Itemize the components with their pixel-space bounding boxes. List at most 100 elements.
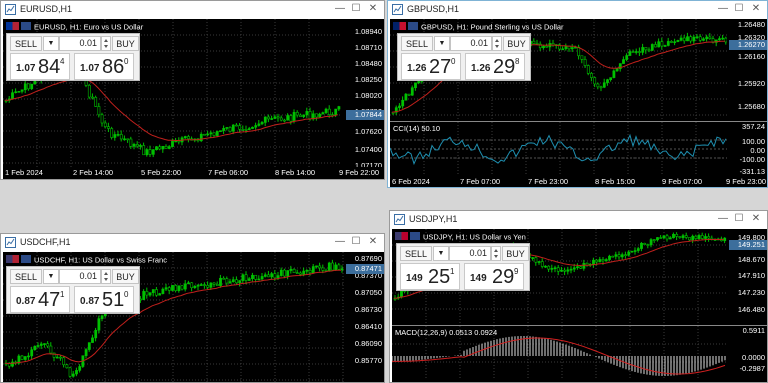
window-titlebar[interactable]: USDCHF,H1 — ☐ ✕ <box>1 234 384 251</box>
candle <box>299 272 302 275</box>
candle <box>622 59 625 64</box>
minimize-button[interactable]: — <box>715 211 731 228</box>
macd-signal-line <box>392 337 726 375</box>
candle <box>164 145 168 149</box>
sell-button[interactable]: SELL <box>400 246 432 261</box>
lot-spinner[interactable] <box>101 269 111 284</box>
candle <box>684 235 688 238</box>
candle <box>75 370 78 375</box>
buy-button[interactable]: BUY <box>503 36 530 51</box>
candle <box>167 146 171 149</box>
maximize-button[interactable]: ☐ <box>731 1 747 18</box>
sell-price[interactable]: 1.26 27 0 <box>401 53 461 80</box>
chart-window-usdjpy[interactable]: USDJPY,H1 — ☐ ✕ USDJPY, H1: US Dollar vs… <box>389 210 768 383</box>
candle <box>662 235 666 239</box>
lot-size-input[interactable]: 0.01 <box>59 36 101 51</box>
minimize-button[interactable]: — <box>332 234 348 251</box>
indicator-icon <box>408 22 418 31</box>
candle <box>254 125 258 128</box>
buy-price[interactable]: 1.26 29 8 <box>465 53 525 80</box>
candle <box>235 279 238 284</box>
time-axis[interactable]: 1 Feb 2024 2 Feb 14:00 5 Feb 22:00 7 Feb… <box>3 167 384 179</box>
lot-size-input[interactable]: 0.01 <box>450 36 492 51</box>
cci-plot[interactable] <box>390 122 727 176</box>
maximize-button[interactable]: ☐ <box>348 1 364 18</box>
candle <box>718 38 721 41</box>
price-chart[interactable]: GBPUSD, H1: Pound Sterling vs US Dollar … <box>390 19 767 187</box>
candle <box>273 273 277 279</box>
one-click-trading-panel: SELL ▼ 0.01 BUY 0.87 47 1 0.87 51 0 <box>6 266 140 314</box>
candle <box>183 136 187 139</box>
candle <box>283 269 286 277</box>
sell-button[interactable]: SELL <box>10 36 42 51</box>
buy-price[interactable]: 149 29 9 <box>464 263 524 290</box>
close-button[interactable]: ✕ <box>748 211 764 228</box>
buy-price[interactable]: 1.07 86 0 <box>74 53 134 80</box>
candle <box>132 144 136 147</box>
lot-spinner[interactable] <box>101 36 111 51</box>
lot-dropdown-button[interactable]: ▼ <box>43 36 59 51</box>
lot-size-input[interactable]: 0.01 <box>59 269 101 284</box>
lot-dropdown-button[interactable]: ▼ <box>433 246 449 261</box>
buy-price[interactable]: 0.87 51 0 <box>74 286 134 313</box>
candle <box>251 126 254 129</box>
candle <box>123 138 126 141</box>
candle <box>267 116 270 120</box>
lot-size-input[interactable]: 0.01 <box>449 246 491 261</box>
cci-axis[interactable]: 357.24 100.00 0.00 -100.00 -331.13 <box>727 122 767 176</box>
maximize-button[interactable]: ☐ <box>348 234 364 251</box>
window-titlebar[interactable]: GBPUSD,H1 — ☐ ✕ <box>388 1 767 18</box>
sell-price[interactable]: 149 25 1 <box>400 263 460 290</box>
lot-spinner[interactable] <box>492 36 502 51</box>
candle <box>254 274 258 280</box>
candle <box>697 235 701 239</box>
candle <box>174 285 178 292</box>
close-button[interactable]: ✕ <box>748 1 764 18</box>
close-button[interactable]: ✕ <box>365 1 381 18</box>
time-axis[interactable]: 6 Feb 2024 7 Feb 07:00 7 Feb 23:00 8 Feb… <box>390 176 767 187</box>
sell-price[interactable]: 0.87 47 1 <box>10 286 70 313</box>
candle <box>628 51 632 56</box>
maximize-button[interactable]: ☐ <box>731 211 747 228</box>
lot-spinner[interactable] <box>491 246 501 261</box>
candle <box>151 289 155 293</box>
candle <box>187 282 190 285</box>
chart-window-eurusd[interactable]: EURUSD,H1 — ☐ ✕ EURUSD, H1: Euro vs US D… <box>0 0 385 180</box>
lot-dropdown-button[interactable]: ▼ <box>43 269 59 284</box>
macd-axis[interactable]: 0.5911 0.0000 -0.2987 <box>727 326 767 382</box>
candle <box>171 140 174 147</box>
sell-price[interactable]: 1.07 84 4 <box>10 53 70 80</box>
candle <box>315 113 318 118</box>
candle <box>206 284 210 288</box>
window-titlebar[interactable]: EURUSD,H1 — ☐ ✕ <box>1 1 384 18</box>
buy-button[interactable]: BUY <box>502 246 529 261</box>
buy-button[interactable]: BUY <box>112 36 139 51</box>
candle <box>129 138 133 147</box>
flag-icon <box>6 22 19 31</box>
chart-window-gbpusd[interactable]: GBPUSD,H1 — ☐ ✕ GBPUSD, H1: Pound Sterli… <box>387 0 768 188</box>
close-button[interactable]: ✕ <box>365 234 381 251</box>
price-chart[interactable]: EURUSD, H1: Euro vs US Dollar SELL ▼ 0.0… <box>3 19 384 179</box>
price-chart[interactable]: USDCHF, H1: US Dollar vs Swiss Franc SEL… <box>3 252 384 382</box>
minimize-button[interactable]: — <box>332 1 348 18</box>
indicator-icon <box>410 232 420 241</box>
window-titlebar[interactable]: USDJPY,H1 — ☐ ✕ <box>390 211 767 228</box>
sell-button[interactable]: SELL <box>10 269 42 284</box>
buy-button[interactable]: BUY <box>112 269 139 284</box>
candle <box>537 261 541 263</box>
price-axis[interactable]: 1.08940 1.08710 1.08480 1.08250 1.08020 … <box>342 19 384 179</box>
lot-dropdown-button[interactable]: ▼ <box>434 36 450 51</box>
candle <box>161 145 165 150</box>
price-axis[interactable]: 1.26480 1.26320 1.26160 1.25920 1.25680 <box>727 19 767 121</box>
candle <box>292 112 296 122</box>
candle <box>103 122 107 127</box>
sell-button[interactable]: SELL <box>401 36 433 51</box>
candle <box>145 291 149 296</box>
candle <box>209 132 213 135</box>
chart-window-usdchf[interactable]: USDCHF,H1 — ☐ ✕ USDCHF, H1: US Dollar vs… <box>0 233 385 383</box>
price-chart[interactable]: USDJPY, H1: US Dollar vs Yen SELL ▼ 0.01… <box>392 229 767 382</box>
candle <box>55 356 59 359</box>
minimize-button[interactable]: — <box>715 1 731 18</box>
candle <box>318 265 322 269</box>
candle <box>609 77 613 81</box>
